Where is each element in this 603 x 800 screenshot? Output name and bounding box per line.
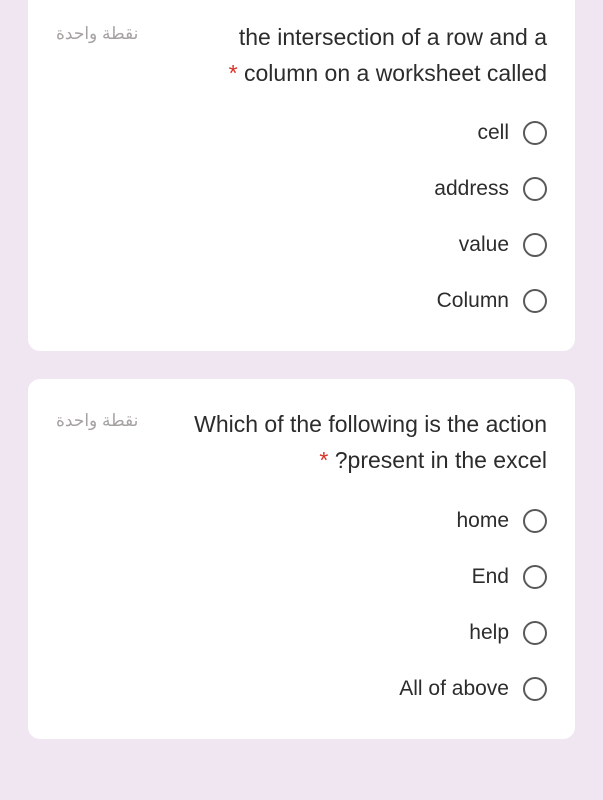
radio-icon [523, 509, 547, 533]
question-text: the intersection of a row and a * column… [156, 20, 547, 91]
option-label: help [469, 621, 509, 645]
option-all-of-above[interactable]: All of above [399, 677, 547, 701]
question-line1: the intersection of a row and a [239, 24, 547, 50]
required-marker: * [229, 60, 238, 86]
option-label: All of above [399, 677, 509, 701]
option-help[interactable]: help [469, 621, 547, 645]
radio-icon [523, 121, 547, 145]
option-column[interactable]: Column [437, 289, 547, 313]
question-line2: column on a worksheet called [244, 60, 547, 86]
question-text: Which of the following is the action * ?… [156, 407, 547, 478]
option-label: Column [437, 289, 509, 313]
question-line2: ?present in the excel [335, 447, 547, 473]
question-card-2: نقطة واحدة Which of the following is the… [28, 379, 575, 738]
radio-icon [523, 621, 547, 645]
radio-icon [523, 233, 547, 257]
options-list: home End help All of above [56, 509, 547, 701]
option-end[interactable]: End [472, 565, 547, 589]
question-line1: Which of the following is the action [194, 411, 547, 437]
question-header: نقطة واحدة the intersection of a row and… [56, 20, 547, 91]
radio-icon [523, 289, 547, 313]
question-header: نقطة واحدة Which of the following is the… [56, 407, 547, 478]
options-list: cell address value Column [56, 121, 547, 313]
option-label: value [459, 233, 509, 257]
required-marker: * [319, 447, 328, 473]
option-value[interactable]: value [459, 233, 547, 257]
radio-icon [523, 565, 547, 589]
option-home[interactable]: home [456, 509, 547, 533]
radio-icon [523, 177, 547, 201]
option-label: home [456, 509, 509, 533]
option-label: address [434, 177, 509, 201]
option-label: End [472, 565, 509, 589]
points-label: نقطة واحدة [56, 407, 138, 431]
option-address[interactable]: address [434, 177, 547, 201]
question-card-1: نقطة واحدة the intersection of a row and… [28, 0, 575, 351]
points-label: نقطة واحدة [56, 20, 138, 44]
option-label: cell [477, 121, 509, 145]
radio-icon [523, 677, 547, 701]
option-cell[interactable]: cell [477, 121, 547, 145]
